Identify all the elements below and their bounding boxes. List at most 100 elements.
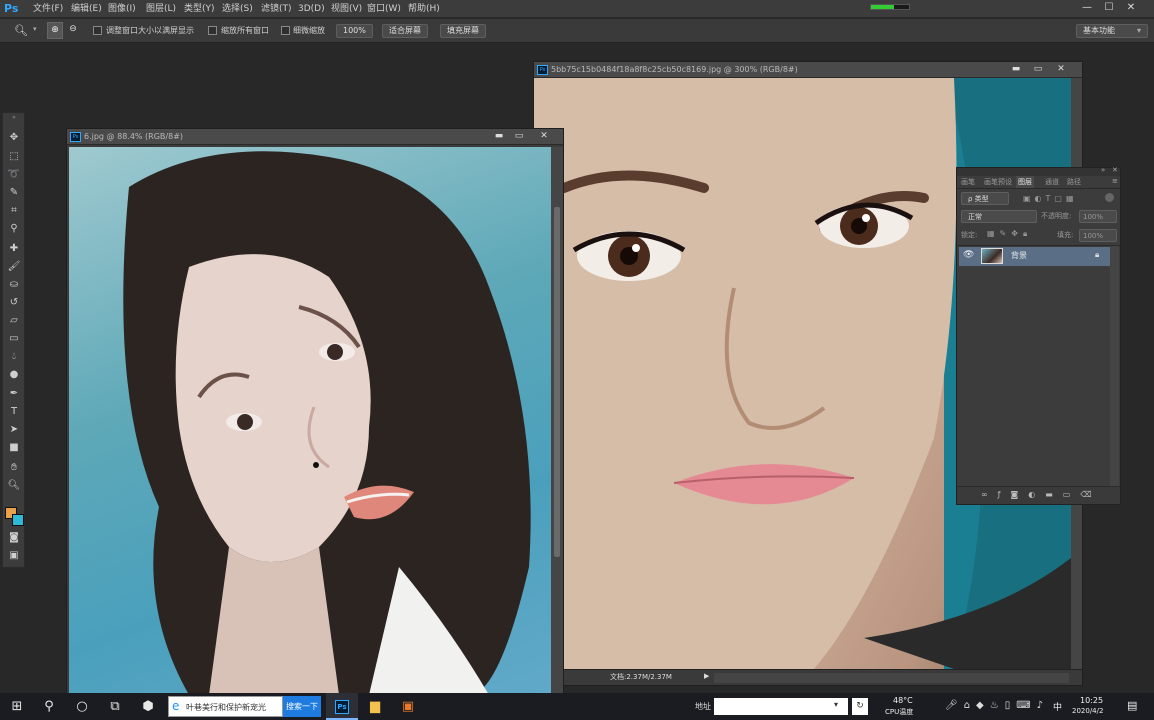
eyedropper-tool-icon[interactable]: ⚲ — [6, 222, 22, 236]
scrubby-zoom-checkbox[interactable] — [281, 26, 290, 35]
close-icon[interactable]: ✕ — [1112, 166, 1118, 174]
lasso-tool-icon[interactable]: ➰ — [6, 168, 22, 182]
quick-mask-icon[interactable]: ◙ — [6, 531, 22, 545]
clock-date[interactable]: 2020/4/2 — [1072, 707, 1103, 715]
menu-select[interactable]: 选择(S) — [222, 2, 253, 16]
tab-brush-presets[interactable]: 画笔预设 — [984, 176, 1012, 188]
history-brush-tool-icon[interactable]: ↺ — [6, 296, 22, 310]
zoom-tool-icon[interactable]: 🔍︎ — [14, 24, 28, 37]
menu-filter[interactable]: 滤镜(T) — [261, 2, 292, 16]
scroll-thumb[interactable] — [554, 207, 560, 557]
file-explorer-icon[interactable]: ▆ — [359, 693, 391, 720]
windows-start-icon[interactable]: ⊞ — [1, 693, 33, 720]
status-menu-arrow-icon[interactable]: ▶ — [704, 672, 709, 680]
clock-time[interactable]: 10:25 — [1080, 696, 1103, 705]
gradient-tool-icon[interactable]: ▭ — [6, 332, 22, 346]
zoom-in-icon[interactable]: ⊕ — [47, 22, 63, 39]
photoshop-taskbar-icon[interactable]: Ps — [326, 693, 358, 720]
zoom-all-checkbox[interactable] — [208, 26, 217, 35]
blend-mode-dropdown[interactable]: 正常 — [961, 210, 1037, 223]
pen-tool-icon[interactable]: ✒︎ — [6, 387, 22, 401]
eraser-tool-icon[interactable]: ▱ — [6, 314, 22, 328]
document-title-bar[interactable]: Ps 5bb75c15b0484f18a8f8c25cb50c8169.jpg … — [534, 62, 1082, 78]
move-tool-icon[interactable]: ✥ — [6, 131, 22, 145]
minimize-button[interactable]: ▬ — [491, 130, 507, 143]
layer-filter-dropdown[interactable]: ρ 类型 — [961, 192, 1009, 205]
brush-tool-icon[interactable]: 🖌︎ — [6, 260, 22, 274]
blur-tool-icon[interactable]: 💧︎ — [6, 350, 22, 364]
tab-brush[interactable]: 画笔 — [961, 176, 975, 188]
clone-stamp-tool-icon[interactable]: ⛀ — [6, 278, 22, 292]
menu-edit[interactable]: 编辑(E) — [71, 2, 102, 16]
close-button[interactable]: ✕ — [1053, 63, 1069, 76]
app-icon[interactable]: ▣ — [392, 693, 424, 720]
hand-tool-icon[interactable]: ✋︎ — [6, 461, 22, 475]
path-select-tool-icon[interactable]: ➤ — [6, 423, 22, 437]
toolbox-grip-icon[interactable]: » — [6, 115, 22, 121]
tab-layers[interactable]: 图层 — [1016, 176, 1034, 188]
layer-name[interactable]: 背景 — [1011, 250, 1027, 261]
maximize-button[interactable]: ▭ — [1030, 63, 1046, 76]
horizontal-scrollbar[interactable] — [714, 673, 1069, 683]
tab-channels[interactable]: 通道 — [1045, 176, 1059, 188]
menu-view[interactable]: 视图(V) — [331, 2, 362, 16]
menu-layer[interactable]: 图层(L) — [146, 2, 176, 16]
rectangle-tool-icon[interactable]: ■ — [6, 441, 22, 455]
panel-header[interactable]: » ✕ — [957, 166, 1120, 176]
menu-window[interactable]: 窗口(W) — [367, 2, 401, 16]
fill-field[interactable]: 100% — [1079, 229, 1117, 242]
chevron-down-icon[interactable]: ▾ — [834, 700, 838, 709]
tab-paths[interactable]: 路径 — [1067, 176, 1081, 188]
close-button[interactable]: ✕ — [536, 130, 552, 143]
task-view-icon[interactable]: ⧉ — [99, 693, 131, 720]
canvas-image-woman-portrait[interactable] — [69, 147, 551, 695]
ime-indicator[interactable]: 中 — [1053, 700, 1062, 713]
healing-brush-tool-icon[interactable]: ✚ — [6, 242, 22, 256]
document-title-bar[interactable]: Ps 6.jpg @ 88.4% (RGB/8#) ▬ ▭ ✕ — [67, 129, 563, 145]
minimize-button[interactable]: — — [1076, 0, 1098, 16]
browser-search-box[interactable]: e 叶巷美行和保护新宠光 — [168, 696, 283, 717]
quick-select-tool-icon[interactable]: ✎ — [6, 186, 22, 200]
cortana-icon[interactable]: ○ — [66, 693, 98, 720]
menu-help[interactable]: 帮助(H) — [408, 2, 440, 16]
filter-icons[interactable]: ▣◐T▢▦ — [1023, 194, 1078, 203]
fill-screen-button[interactable]: 填充屏幕 — [440, 24, 486, 38]
crop-tool-icon[interactable]: ⌗ — [6, 204, 22, 218]
minimize-button[interactable]: ▬ — [1008, 63, 1024, 76]
marquee-tool-icon[interactable]: ⬚ — [6, 150, 22, 164]
tool-preset-dropdown-icon[interactable]: ▾ — [33, 25, 37, 33]
tray-icons[interactable]: 🎤︎⌂◆♨▯⌨♪ — [945, 700, 1049, 711]
dodge-tool-icon[interactable]: ● — [6, 368, 22, 382]
resize-windows-checkbox[interactable] — [93, 26, 102, 35]
filter-toggle-icon[interactable] — [1105, 193, 1114, 202]
vertical-scrollbar[interactable] — [551, 147, 563, 695]
collapse-icon[interactable]: » — [1101, 166, 1105, 174]
layer-row[interactable]: 👁︎ 背景 🔒︎ — [959, 247, 1110, 266]
address-bar[interactable]: ▾ — [714, 698, 848, 715]
panel-menu-icon[interactable]: ≡ — [1112, 177, 1118, 185]
lock-icons[interactable]: ▦✎✥🔒︎ — [987, 229, 1032, 239]
zoom-tool-icon[interactable]: 🔍︎ — [6, 479, 22, 493]
actual-pixels-button[interactable]: 100% — [336, 24, 373, 38]
maximize-button[interactable]: ▭ — [511, 130, 527, 143]
notification-icon[interactable]: ▤ — [1127, 699, 1137, 712]
close-button[interactable]: ✕ — [1120, 0, 1142, 16]
workspace-dropdown[interactable]: 基本功能 ▾ — [1076, 24, 1148, 38]
opacity-field[interactable]: 100% — [1079, 210, 1117, 223]
search-submit-button[interactable]: 搜索一下 — [283, 696, 321, 717]
fit-screen-button[interactable]: 适合屏幕 — [382, 24, 428, 38]
layers-scrollbar[interactable] — [1110, 246, 1119, 486]
visibility-eye-icon[interactable]: 👁︎ — [963, 250, 974, 260]
menu-file[interactable]: 文件(F) — [33, 2, 63, 16]
type-tool-icon[interactable]: T — [6, 405, 22, 419]
refresh-icon[interactable]: ↻ — [852, 698, 868, 715]
layer-actions-icons[interactable]: ∞ƒ◙◐▬▭⌫ — [981, 490, 1102, 499]
menu-type[interactable]: 类型(Y) — [184, 2, 215, 16]
background-color-swatch[interactable] — [12, 514, 24, 526]
menu-image[interactable]: 图像(I) — [108, 2, 136, 16]
screen-mode-icon[interactable]: ▣ — [6, 549, 22, 563]
zoom-out-icon[interactable]: ⊖ — [66, 22, 80, 39]
app-icon[interactable]: ⬢ — [132, 693, 164, 720]
maximize-button[interactable]: ☐ — [1098, 0, 1120, 16]
menu-3d[interactable]: 3D(D) — [298, 2, 325, 16]
